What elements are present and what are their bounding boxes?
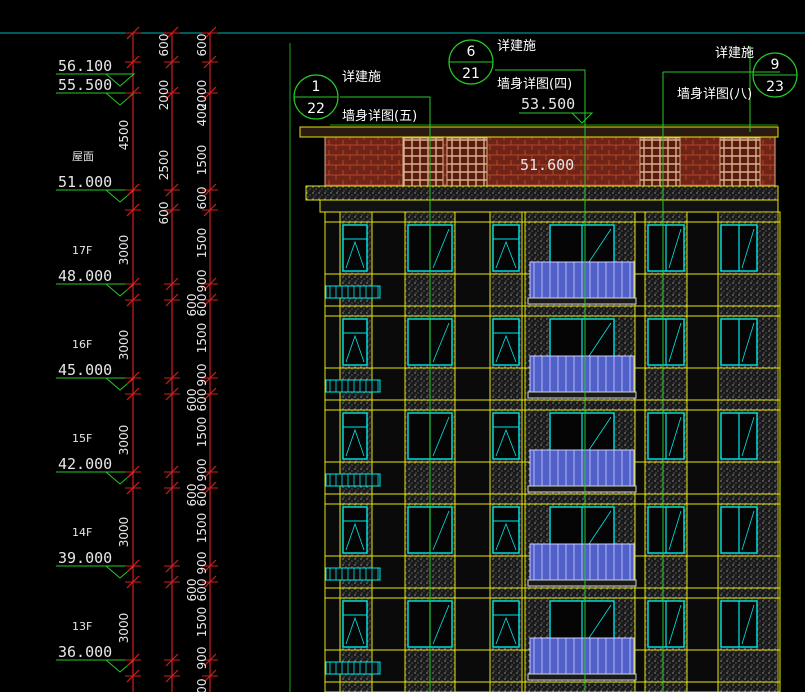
floor-label: 屋面 xyxy=(72,150,94,163)
dimension-text: 1500 xyxy=(195,417,209,448)
dimension-text: 600 xyxy=(195,34,209,57)
dimension-text: 600 xyxy=(195,679,209,692)
elevation-triangle xyxy=(104,189,136,203)
dimension-text: 600 xyxy=(195,579,209,602)
window-frame xyxy=(342,412,368,460)
dimension-text: 3000 xyxy=(117,330,131,361)
window-frame xyxy=(492,224,520,272)
level-mark: 51.600 xyxy=(520,156,574,174)
elevation-triangle xyxy=(104,283,136,297)
window-frame xyxy=(342,506,368,554)
balcony-slab xyxy=(527,391,637,399)
callout-note: 详建施 xyxy=(497,39,536,54)
dimension-text: 3000 xyxy=(117,235,131,266)
window-frame xyxy=(492,318,520,366)
elevation-value: 39.000 xyxy=(58,549,112,567)
dimension-text: 900 xyxy=(195,552,209,575)
dimension-text: 1500 xyxy=(195,607,209,638)
elevation-value: 55.500 xyxy=(58,76,112,94)
dimension-text: 4500 xyxy=(117,120,131,151)
callout-top-number: 6 xyxy=(467,44,476,60)
dimension-text: 400 xyxy=(195,104,209,127)
balcony-slab xyxy=(527,297,637,305)
balcony-slab xyxy=(527,485,637,493)
elevation-value: 51.000 xyxy=(58,173,112,191)
dimension-text: 600 xyxy=(195,389,209,412)
floor-label: 15F xyxy=(72,432,92,445)
callout-title: 墙身详图(四) xyxy=(497,76,572,92)
elevation-triangle xyxy=(104,471,136,485)
window-frame xyxy=(342,600,368,648)
building-facade xyxy=(299,126,781,692)
elevation-value: 48.000 xyxy=(58,267,112,285)
dimension-text: 1500 xyxy=(195,323,209,354)
elevation-triangle xyxy=(104,659,136,673)
callout-top-number: 1 xyxy=(312,79,321,95)
callout-note: 详建施 xyxy=(342,70,381,85)
lattice-screen xyxy=(402,137,444,187)
elevation-triangle xyxy=(104,565,136,579)
dimension-text: 600 xyxy=(195,484,209,507)
elevation-triangle xyxy=(104,377,136,391)
dimension-text: 3000 xyxy=(117,425,131,456)
lattice-screen xyxy=(446,137,488,187)
floor-label: 13F xyxy=(72,620,92,633)
dimension-text: 1500 xyxy=(195,513,209,544)
callout-title: 墙身详图(八) xyxy=(677,86,752,102)
dimension-lines xyxy=(132,33,291,692)
dimension-text: 900 xyxy=(195,647,209,670)
cad-elevation-drawing: 56.100 55.500 屋面 51.000 17F 48.000 16F 45.000 15… xyxy=(0,0,805,692)
window-frame xyxy=(342,224,368,272)
elevation-value: 56.100 xyxy=(58,57,112,75)
dimension-text: 600 xyxy=(157,34,171,57)
window-frame xyxy=(342,318,368,366)
callout-bottom-number: 22 xyxy=(307,101,325,117)
elevation-value: 42.000 xyxy=(58,455,112,473)
window-frame xyxy=(492,506,520,554)
balcony-slab xyxy=(527,579,637,587)
elevation-value: 36.000 xyxy=(58,643,112,661)
dimension-text: 600 xyxy=(195,187,209,210)
callout-note: 详建施 xyxy=(715,46,754,61)
floor-label: 16F xyxy=(72,338,92,351)
elevation-triangle xyxy=(104,92,136,106)
callout-bottom-number: 23 xyxy=(766,79,784,95)
level-mark: 53.500 xyxy=(521,95,575,113)
level-mark-triangle xyxy=(570,112,594,124)
lattice-screen xyxy=(719,137,761,187)
window-frame xyxy=(492,412,520,460)
dimension-text: 1500 xyxy=(195,145,209,176)
dimension-text: 600 xyxy=(157,202,171,225)
dimension-text: 1500 xyxy=(195,228,209,259)
cornice-lower xyxy=(319,199,779,213)
lattice-screen xyxy=(639,137,681,187)
callout-title: 墙身详图(五) xyxy=(342,108,417,124)
window-frame xyxy=(492,600,520,648)
floor-label: 17F xyxy=(72,244,92,257)
elevation-canvas: 56.10055.500屋面51.00017F48.00016F45.00015… xyxy=(0,26,805,692)
elevation-value: 45.000 xyxy=(58,361,112,379)
callout-top-number: 9 xyxy=(771,57,780,73)
dimension-text: 900 xyxy=(195,459,209,482)
floor-label: 14F xyxy=(72,526,92,539)
dimension-text: 900 xyxy=(195,270,209,293)
dimension-text: 3000 xyxy=(117,613,131,644)
dimension-text: 600 xyxy=(195,294,209,317)
balcony-slab xyxy=(527,673,637,681)
dimension-text: 900 xyxy=(195,364,209,387)
parapet-cap xyxy=(299,126,779,138)
dimension-text: 2000 xyxy=(157,80,171,111)
dimension-text: 2500 xyxy=(157,150,171,181)
cornice-band xyxy=(305,185,779,201)
dimension-text: 3000 xyxy=(117,517,131,548)
callout-bottom-number: 21 xyxy=(462,66,480,82)
